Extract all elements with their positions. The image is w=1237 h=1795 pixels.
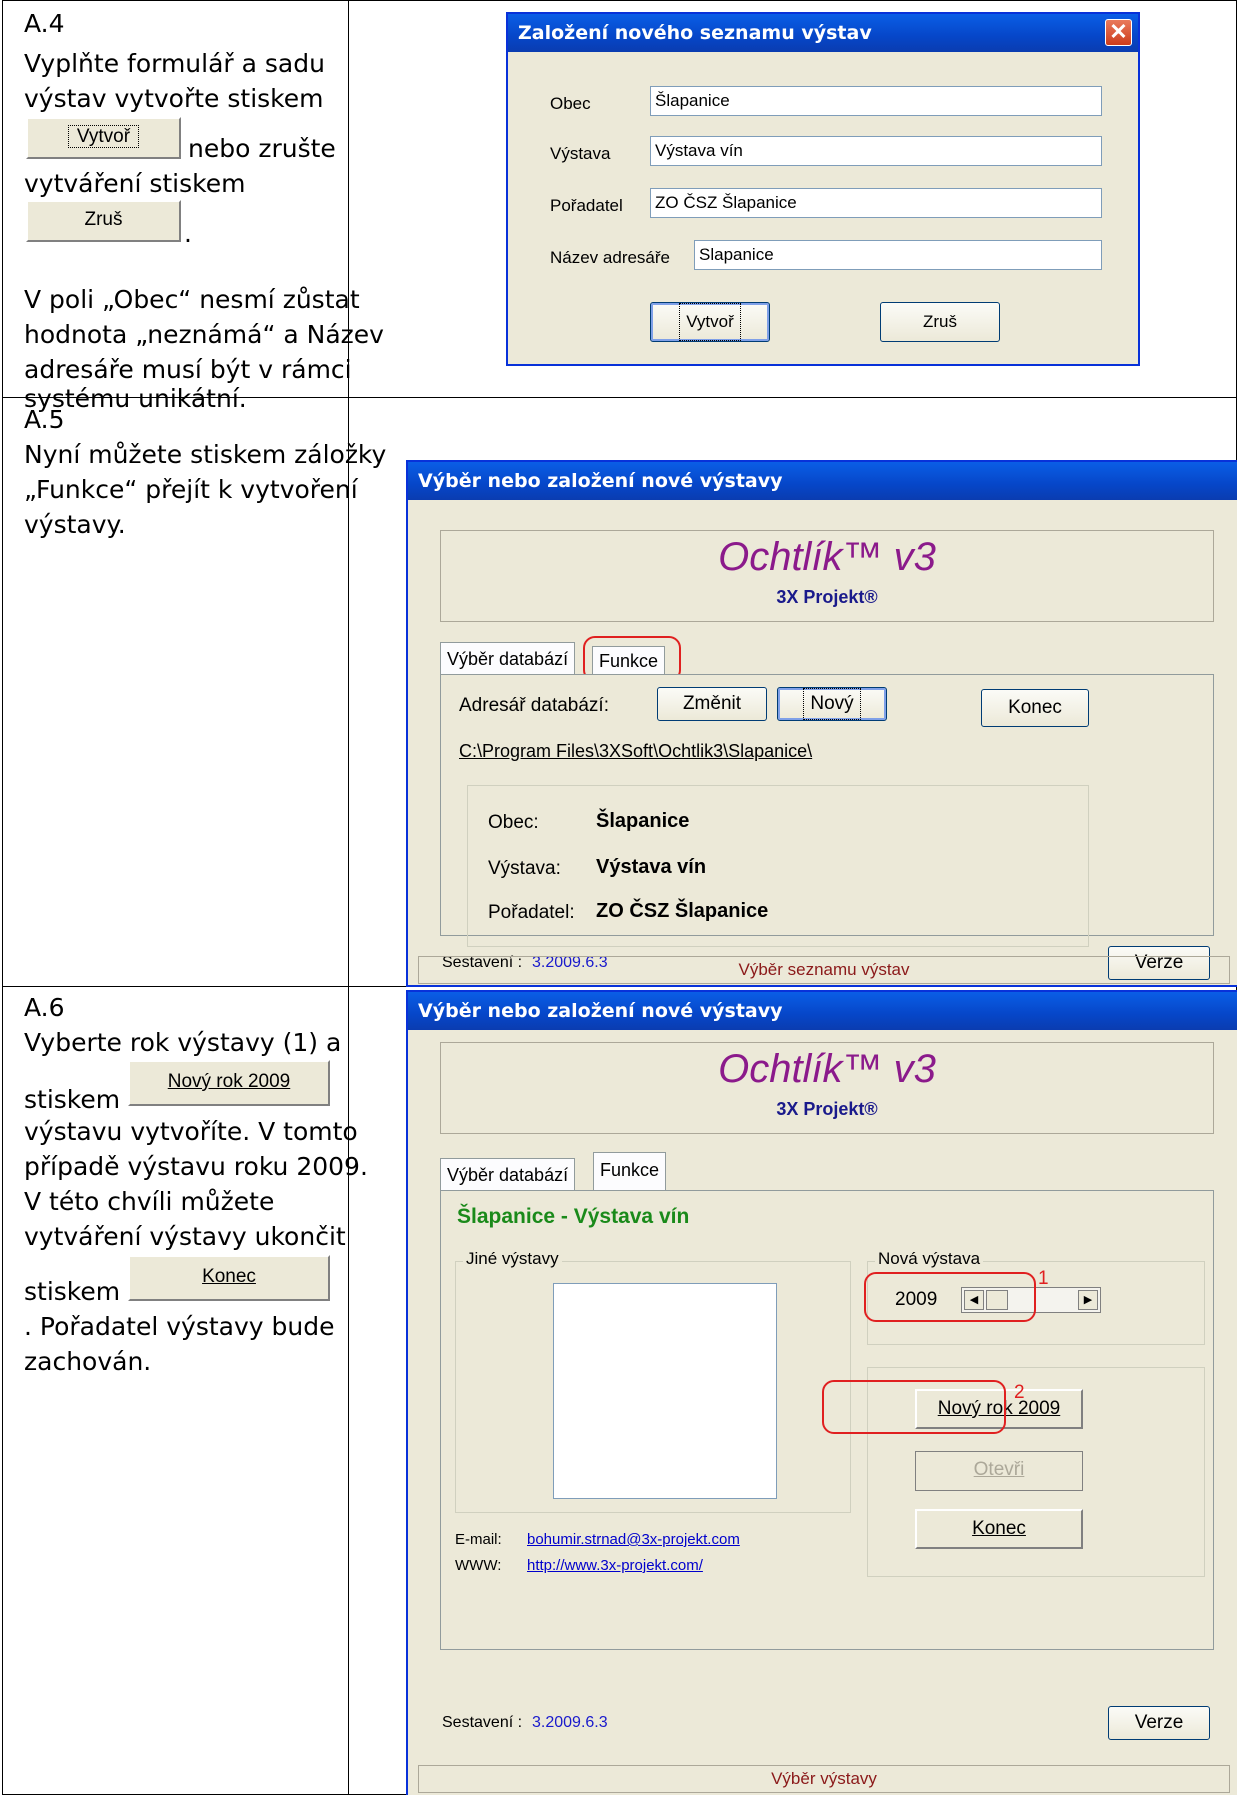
end-button[interactable]: Konec [915, 1509, 1083, 1549]
exhibition-list[interactable] [553, 1283, 777, 1499]
dialog-title: Založení nového seznamu výstav [508, 14, 1138, 52]
obec-field[interactable]: Šlapanice [650, 86, 1102, 116]
row-text-line: V této chvíli můžete [24, 1187, 275, 1216]
highlight-ring-new-year [822, 1380, 1006, 1434]
row-text-line: hodnota „neznámá“ a Název [24, 320, 384, 349]
email-link[interactable]: bohumir.strnad@3x-projekt.com [527, 1531, 740, 1548]
poradatel-field[interactable]: ZO ČSZ Šlapanice [650, 188, 1102, 218]
header-panel: Ochtlík™ v3 3X Projekt® [440, 530, 1214, 622]
field-label: Pořadatel [550, 196, 623, 215]
marker-1: 1 [1038, 1268, 1049, 1289]
row-text-line: Vyplňte formulář a sadu [24, 49, 325, 78]
tab-database-select[interactable]: Výběr databází [440, 1158, 576, 1190]
row-text-line: výstavu vytvoříte. V tomto [24, 1117, 358, 1146]
row-id: A.6 [24, 993, 65, 1022]
field-label: Název adresáře [550, 248, 671, 267]
new-exhibition-dialog: Výběr nebo založení nové výstavy Ochtlík… [406, 990, 1237, 1795]
www-label: WWW: [455, 1557, 502, 1574]
row-text-line: případě výstavu roku 2009. [24, 1152, 368, 1181]
row-text-line: . Pořadatel výstavy bude [24, 1312, 335, 1341]
row-text-line: Nyní můžete stiskem záložky [24, 440, 387, 469]
email-label: E-mail: [455, 1531, 502, 1548]
scroll-right-icon[interactable]: ▶ [1078, 1290, 1098, 1310]
select-exhibition-dialog: Výběr nebo založení nové výstavy Ochtlík… [406, 460, 1237, 987]
marker-2: 2 [1014, 1382, 1025, 1403]
info-value: Výstava vín [596, 856, 707, 878]
row-text-line: zachován. [24, 1347, 152, 1376]
row-text-line: stiskem [24, 1277, 121, 1306]
company-name: 3X Projekt® [776, 1099, 878, 1119]
dir-label: Adresář databází: [459, 695, 609, 716]
group-label: Nová výstava [875, 1249, 984, 1269]
row-text-line: vytváření stiskem [24, 169, 246, 198]
info-value: ZO ČSZ Šlapanice [596, 900, 769, 922]
tab-functions[interactable]: Funkce [593, 1152, 667, 1190]
inline-end-button-image: Konec [128, 1255, 330, 1301]
inline-cancel-button-image: Zruš [26, 200, 181, 242]
inline-create-button-image: Vytvoř [26, 117, 181, 159]
row-id: A.5 [24, 405, 65, 434]
row-text-line: stiskem [24, 1085, 121, 1114]
tab-content: Adresář databází: Změnit Nový Konec C:\P… [440, 674, 1214, 947]
database-path[interactable]: C:\Program Files\3XSoft\Ochtlik3\Slapani… [459, 741, 812, 762]
status-bar: Výběr seznamu výstav [418, 956, 1230, 984]
app-name: Ochtlík™ v3 [718, 535, 936, 579]
open-button[interactable]: Otevři [915, 1451, 1083, 1491]
directory-name-field[interactable]: Slapanice [694, 240, 1102, 270]
row-text-line: výstav vytvořte stiskem [24, 84, 324, 113]
info-label: Pořadatel: [488, 902, 575, 923]
company-name: 3X Projekt® [776, 587, 878, 607]
row-text-line: . [184, 219, 192, 248]
end-button[interactable]: Konec [981, 689, 1089, 727]
exhibition-heading: Šlapanice - Výstava vín [457, 1205, 690, 1228]
row-text-line: „Funkce“ přejít k vytvoření [24, 475, 358, 504]
change-button[interactable]: Změnit [657, 687, 767, 721]
www-link[interactable]: http://www.3x-projekt.com/ [527, 1557, 703, 1574]
field-label: Obec [550, 94, 591, 113]
close-icon[interactable]: ✕ [1105, 19, 1132, 46]
build-label: Sestavení : [442, 1714, 523, 1731]
tab-database-select[interactable]: Výběr databází [440, 642, 576, 674]
create-list-dialog: Založení nového seznamu výstav ✕ Obec Šl… [506, 12, 1140, 366]
app-name: Ochtlík™ v3 [718, 1047, 936, 1091]
info-label: Výstava: [488, 858, 561, 879]
group-label: Jiné výstavy [463, 1249, 562, 1269]
info-box: Obec: Šlapanice Výstava: Výstava vín Poř… [467, 785, 1089, 947]
row-text-line: nebo zrušte [188, 134, 336, 163]
build-value: 3.2009.6.3 [532, 1714, 608, 1731]
row-id: A.4 [24, 9, 65, 38]
inline-new-year-button-image: Nový rok 2009 [128, 1060, 330, 1106]
row-text-line: vytváření výstavy ukončit [24, 1222, 346, 1251]
dialog-title: Výběr nebo založení nové výstavy [408, 462, 1237, 500]
row-text-line: V poli „Obec“ nesmí zůstat [24, 285, 360, 314]
cancel-button[interactable]: Zruš [880, 302, 1000, 342]
row-text-line: Vyberte rok výstavy (1) a [24, 1028, 342, 1057]
new-button[interactable]: Nový [777, 687, 887, 721]
info-value: Šlapanice [596, 810, 690, 832]
highlight-ring-year [864, 1272, 1036, 1322]
header-panel: Ochtlík™ v3 3X Projekt® [440, 1042, 1214, 1134]
status-bar: Výběr výstavy [418, 1765, 1230, 1793]
info-label: Obec: [488, 812, 539, 833]
field-label: Výstava [550, 144, 611, 163]
row-text-line: výstavy. [24, 510, 126, 539]
version-button[interactable]: Verze [1108, 1706, 1210, 1740]
create-button[interactable]: Vytvoř [650, 302, 770, 342]
dialog-title: Výběr nebo založení nové výstavy [408, 992, 1237, 1030]
vystava-field[interactable]: Výstava vín [650, 136, 1102, 166]
